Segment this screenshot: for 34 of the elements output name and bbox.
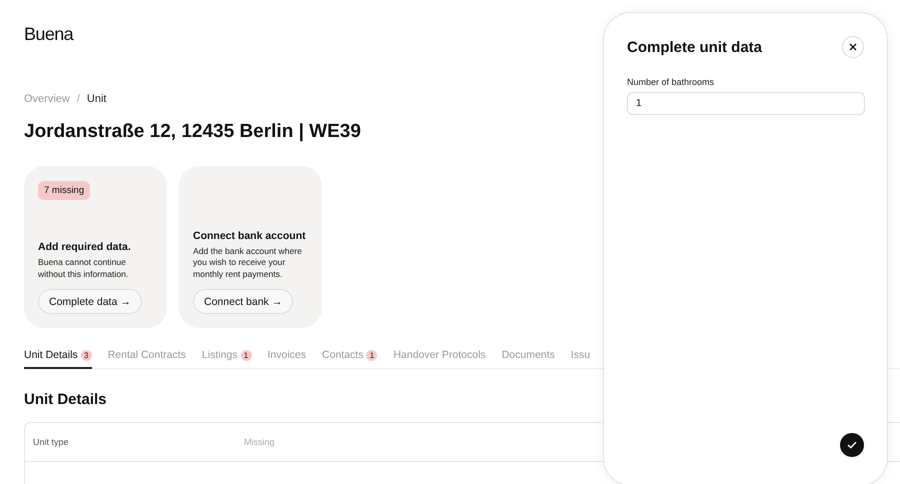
tab-label: Issu — [570, 349, 590, 361]
input-field[interactable]: 1 — [627, 92, 865, 115]
tab-label: Rental Contracts — [108, 349, 186, 361]
tab-label: Contacts — [322, 349, 364, 361]
page-title: Jordanstraße 12, 12435 Berlin | WE39 — [24, 120, 362, 144]
field-value: Missing — [244, 437, 275, 447]
card-heading: Add required data. — [38, 241, 132, 253]
tab-label: Invoices — [268, 349, 306, 361]
field-label: Unit type — [33, 437, 70, 447]
checkmark-icon — [847, 441, 857, 449]
confirm-button[interactable] — [840, 433, 864, 457]
tab[interactable]: Contacts 1 — [322, 349, 378, 369]
tab-label: Handover Protocols — [393, 349, 486, 361]
card-button[interactable]: Connect bank → — [193, 289, 294, 314]
tab-label: Documents — [502, 349, 555, 361]
logo[interactable]: Buena — [24, 24, 74, 44]
tab[interactable]: Unit Details 3 — [24, 349, 92, 369]
tab[interactable]: Listings 1 — [202, 349, 252, 369]
tab-label: Unit Details — [24, 349, 78, 361]
card-description: Buena cannot continue without this information. — [38, 257, 130, 280]
close-icon — [849, 43, 857, 51]
card-description: Add the bank account where you wish to receive your monthly rent payments. — [193, 246, 303, 280]
close-button[interactable] — [842, 36, 864, 58]
missing-badge: 7 missing — [38, 181, 90, 200]
card-button[interactable]: Complete data → — [38, 289, 142, 314]
section-heading: Unit Details — [24, 391, 108, 408]
field-label: Number of bathrooms — [627, 77, 716, 87]
breadcrumb-separator: / — [76, 92, 80, 106]
card-heading: Connect bank account — [193, 230, 307, 242]
count-badge: 1 — [366, 350, 378, 360]
tab-label: Listings — [202, 349, 238, 361]
count-badge: 1 — [240, 350, 252, 360]
panel-title: Complete unit data — [627, 38, 762, 56]
count-badge: 3 — [80, 350, 92, 360]
